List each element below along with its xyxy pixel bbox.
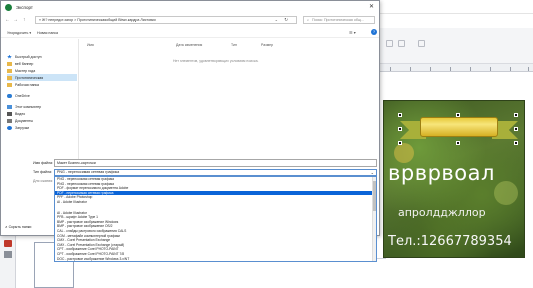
selection-handle[interactable] [514, 127, 518, 131]
forward-arrow-icon[interactable]: → [13, 17, 18, 23]
star-icon [7, 54, 12, 59]
scrollbar-thumb[interactable] [373, 181, 376, 211]
flower-decoration [394, 143, 414, 163]
nav-item-onedrive[interactable]: OneDrive [7, 92, 77, 99]
nav-item-this-pc[interactable]: Этот компьютер [7, 103, 77, 110]
business-card[interactable]: врврвоал апролдджллор Тел.:12667789354 [383, 100, 525, 258]
selection-handle[interactable] [398, 141, 402, 145]
close-icon[interactable]: ✕ [369, 3, 374, 10]
address-bar[interactable]: « Ж? непредст.загор > Прототипическаяобщ… [35, 16, 297, 24]
card-title[interactable]: врврвоал [388, 161, 524, 185]
download-icon [7, 125, 12, 130]
navigation-pane: Быстрый доступ веб баннер Мастер года Пр… [1, 39, 79, 159]
selection-handle[interactable] [514, 141, 518, 145]
new-folder-button[interactable]: Новая папка [37, 31, 58, 35]
command-bar: Упорядочить ▾ Новая папка ☰ ▾ ? [1, 28, 379, 38]
export-dialog: Экспорт ✕ ← → ↑ « Ж? непредст.загор > Пр… [0, 0, 380, 262]
horizontal-ruler [378, 64, 533, 72]
cloud-icon [7, 93, 12, 98]
ribbon-shape [420, 117, 498, 137]
card-phone[interactable]: Тел.:12667789354 [388, 234, 524, 249]
nav-item-work-folder[interactable]: Рабочая папка [7, 81, 77, 88]
folder-icon [7, 75, 12, 80]
app-icon [5, 3, 12, 11]
nav-item-master[interactable]: Мастер года [7, 67, 77, 74]
organize-button[interactable]: Упорядочить ▾ [7, 31, 31, 35]
nav-item-documents[interactable]: Документы [7, 117, 77, 124]
search-icon: ⌕ [307, 18, 310, 22]
empty-message: Нет элементов, удовлетворяющих условиям … [173, 59, 259, 63]
documents-icon [7, 118, 12, 123]
help-icon[interactable]: ? [371, 29, 377, 35]
view-options-icon[interactable]: ☰ ▾ [349, 30, 356, 35]
folder-icon [7, 82, 12, 87]
redo-icon[interactable] [398, 40, 405, 47]
shape-tool-icon[interactable] [4, 240, 12, 247]
back-arrow-icon[interactable]: ← [5, 17, 10, 23]
compression-label: Для сжатия: [33, 179, 54, 183]
search-input[interactable]: ⌕ Поиск: Прототипическая общ... [303, 16, 375, 24]
folder-icon [7, 68, 12, 73]
card-subtitle[interactable]: апролдджллор [398, 206, 524, 219]
selection-handle[interactable] [398, 113, 402, 117]
app-property-bar [378, 28, 533, 64]
selection-handle[interactable] [398, 127, 402, 131]
ribbon-banner[interactable] [400, 115, 518, 141]
toolbar-icon[interactable] [418, 40, 425, 47]
file-list-pane: Имя Дата изменения Тип Размер Нет элемен… [81, 39, 377, 159]
scrollbar[interactable] [372, 177, 376, 261]
undo-icon[interactable] [386, 40, 393, 47]
selection-handle[interactable] [514, 113, 518, 117]
filetype-select[interactable]: PNG - переносимая сетевая графика ⌄ [54, 169, 377, 176]
column-header-name[interactable]: Имя [87, 43, 94, 47]
filename-field[interactable]: Макет Бизнес-карточки [54, 159, 377, 167]
filetype-option[interactable]: EMF - расширенный метафайл Windows [55, 261, 376, 262]
filetype-dropdown-list[interactable]: PNG - переносимая сетевая графика PNG - п… [54, 176, 377, 262]
folder-icon [7, 61, 12, 66]
address-path: « Ж? непредст.загор > Прототипическаяобщ… [39, 18, 156, 22]
nav-item-web-banner[interactable]: веб баннер [7, 60, 77, 67]
search-placeholder: Поиск: Прототипическая общ... [312, 18, 364, 22]
column-header-size[interactable]: Размер [261, 43, 273, 47]
hide-folders-button[interactable]: ∧ Скрыть папки [5, 225, 31, 229]
toolbox [0, 236, 16, 288]
video-icon [7, 111, 12, 116]
chevron-down-icon[interactable]: ⌄ [275, 17, 278, 22]
column-header-type[interactable]: Тип [231, 43, 237, 47]
filename-label: Имя файла: [33, 161, 54, 165]
address-row: ← → ↑ « Ж? непредст.загор > Прототипичес… [1, 14, 379, 26]
selection-handle[interactable] [456, 113, 460, 117]
chevron-down-icon: ⌄ [370, 170, 374, 175]
filetype-selected: PNG - переносимая сетевая графика [57, 170, 120, 174]
refresh-icon[interactable]: ↻ [284, 17, 288, 23]
nav-item-video[interactable]: Видео [7, 110, 77, 117]
selection-handle[interactable] [456, 141, 460, 145]
pick-tool-icon[interactable] [4, 251, 12, 258]
up-arrow-icon[interactable]: ↑ [23, 17, 26, 23]
nav-item-quick-access[interactable]: Быстрый доступ [7, 53, 77, 60]
filetype-label: Тип файла: [33, 170, 53, 174]
computer-icon [7, 104, 12, 109]
nav-item-prototypical[interactable]: Прототипическая [7, 74, 77, 81]
dialog-title: Экспорт [16, 4, 33, 10]
dialog-title-bar: Экспорт ✕ [1, 1, 379, 13]
column-header-date[interactable]: Дата изменения [176, 43, 202, 47]
nav-item-downloads[interactable]: Загрузки [7, 124, 77, 131]
